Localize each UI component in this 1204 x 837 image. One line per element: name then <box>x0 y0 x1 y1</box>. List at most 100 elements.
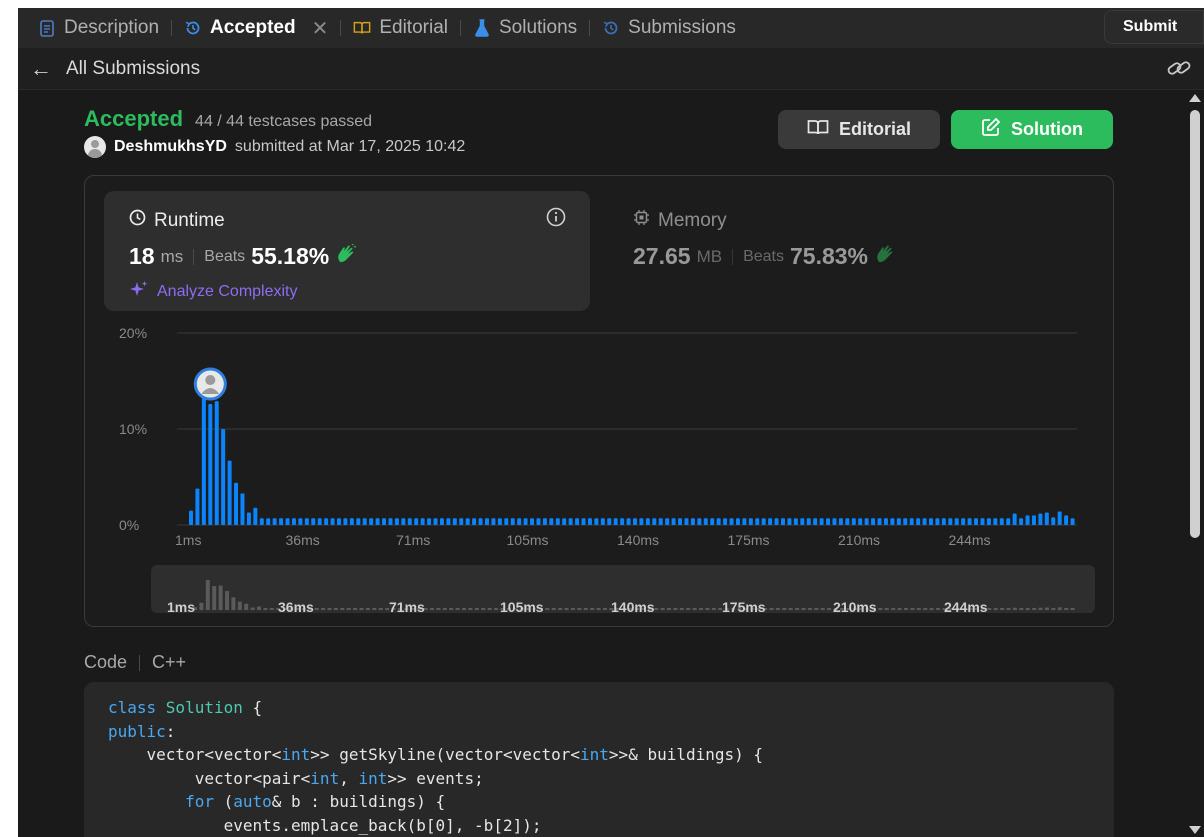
chart-bar <box>909 518 914 525</box>
avatar[interactable] <box>84 136 106 158</box>
chart-bar <box>800 518 805 525</box>
scroll-down-arrow[interactable] <box>1189 826 1201 834</box>
overview-bar <box>916 608 921 610</box>
chart-bar <box>497 518 502 525</box>
submit-button[interactable]: Submit <box>1104 10 1204 44</box>
chart-bar <box>723 518 728 525</box>
overview-bar <box>218 585 223 610</box>
link-icon[interactable] <box>1166 56 1192 85</box>
overview-bar <box>897 608 902 610</box>
chart-bar <box>1044 512 1049 525</box>
chart-bar <box>394 518 399 525</box>
overview-bar <box>250 607 255 610</box>
status-badge: Accepted <box>84 106 184 131</box>
username[interactable]: DeshmukhsYD <box>114 138 227 156</box>
overview-bar <box>237 601 242 610</box>
overview-bar <box>686 608 691 610</box>
runtime-distribution-chart[interactable]: 0% 10% 20% 1ms 36ms 71ms 105ms 140ms 175ms 210ms 2… <box>85 176 1115 628</box>
code-label: Code <box>84 652 128 672</box>
tab-solutions[interactable]: Solutions <box>473 17 577 39</box>
chart-bar <box>671 518 676 525</box>
overview-tick-label: 105ms <box>500 599 544 615</box>
tab-editorial[interactable]: Editorial <box>353 17 448 39</box>
solution-button[interactable]: Solution <box>951 110 1113 149</box>
chart-bar <box>401 518 406 525</box>
overview-bar <box>378 608 383 610</box>
scroll-thumb[interactable] <box>1190 110 1200 538</box>
chart-bar <box>768 518 773 525</box>
overview-bar <box>372 608 377 610</box>
arrow-left-icon[interactable]: ← <box>30 56 52 82</box>
chart-bar <box>716 518 721 525</box>
tab-submissions[interactable]: Submissions <box>602 17 736 39</box>
scroll-up-arrow[interactable] <box>1189 94 1201 102</box>
chart-bar <box>285 518 290 525</box>
tab-label: Editorial <box>379 17 448 38</box>
chart-bar <box>388 518 393 525</box>
chart-bar <box>710 518 715 525</box>
chart-bar <box>793 518 798 525</box>
x-tick-label: 175ms <box>728 532 770 548</box>
overview-bar <box>820 608 825 610</box>
code-block[interactable]: class Solution {public: vector<vector<in… <box>84 682 1114 837</box>
chart-bar <box>690 518 695 525</box>
tab-description[interactable]: Description <box>38 17 159 39</box>
chart-bar <box>607 518 612 525</box>
chart-bar <box>291 518 296 525</box>
code-token: int <box>310 768 340 788</box>
overview-bar <box>590 608 595 610</box>
chart-bar <box>1064 515 1069 525</box>
y-tick-label: 20% <box>119 325 147 341</box>
history-icon <box>184 19 202 37</box>
chart-bar <box>587 518 592 525</box>
overview-bar <box>1070 608 1075 610</box>
chart-bar <box>832 518 837 525</box>
overview-bar <box>494 608 499 610</box>
code-token: vector<pair< <box>108 768 311 788</box>
code-token: ( <box>213 792 234 811</box>
editorial-button[interactable]: Editorial <box>778 110 940 149</box>
chart-bar <box>748 518 753 525</box>
overview-bar <box>442 608 447 610</box>
performance-card: Runtime 18 ms Beats 55.18% Analyze Compl… <box>84 175 1114 627</box>
tab-accepted[interactable]: Accepted ✕ <box>184 16 328 41</box>
chart-bar <box>967 518 972 525</box>
chart-bar <box>838 518 843 525</box>
chart-bar <box>761 518 766 525</box>
overview-bar <box>577 608 582 610</box>
chart-bar <box>234 482 239 525</box>
overview-bar <box>1057 607 1062 610</box>
chart-bar <box>362 518 367 525</box>
code-token: int <box>281 745 311 764</box>
overview-bar <box>570 608 575 610</box>
code-token: Solution <box>165 698 243 717</box>
overview-tick-label: 210ms <box>833 599 877 615</box>
chart-bar <box>755 518 760 525</box>
tab-label: Solutions <box>499 17 578 38</box>
overview-bar <box>929 608 934 610</box>
overview-bar <box>583 608 588 610</box>
chart-bar <box>787 518 792 525</box>
all-submissions-link[interactable]: All Submissions <box>66 58 200 80</box>
chart-bar <box>298 518 303 525</box>
code-line: vector<pair<int, int>> events; <box>108 767 1090 791</box>
chart-bar <box>433 518 438 525</box>
chart-bar <box>581 518 586 525</box>
chart-bar <box>530 518 535 525</box>
close-icon[interactable]: ✕ <box>312 16 329 41</box>
overview-bar <box>225 591 230 610</box>
overview-bar <box>551 608 556 610</box>
scrollbar[interactable] <box>1188 94 1202 834</box>
chart-bar <box>742 518 747 525</box>
overview-bar <box>775 608 780 610</box>
chart-bar <box>259 518 264 525</box>
code-token: , <box>339 768 359 788</box>
chart-bar <box>337 518 341 525</box>
chart-bar <box>246 512 251 525</box>
chart-bar <box>439 518 444 525</box>
overview-bar <box>269 608 274 610</box>
x-tick-label: 1ms <box>175 532 201 548</box>
overview-bar <box>987 608 992 610</box>
overview-bar <box>558 608 563 610</box>
chart-bar <box>851 518 856 525</box>
